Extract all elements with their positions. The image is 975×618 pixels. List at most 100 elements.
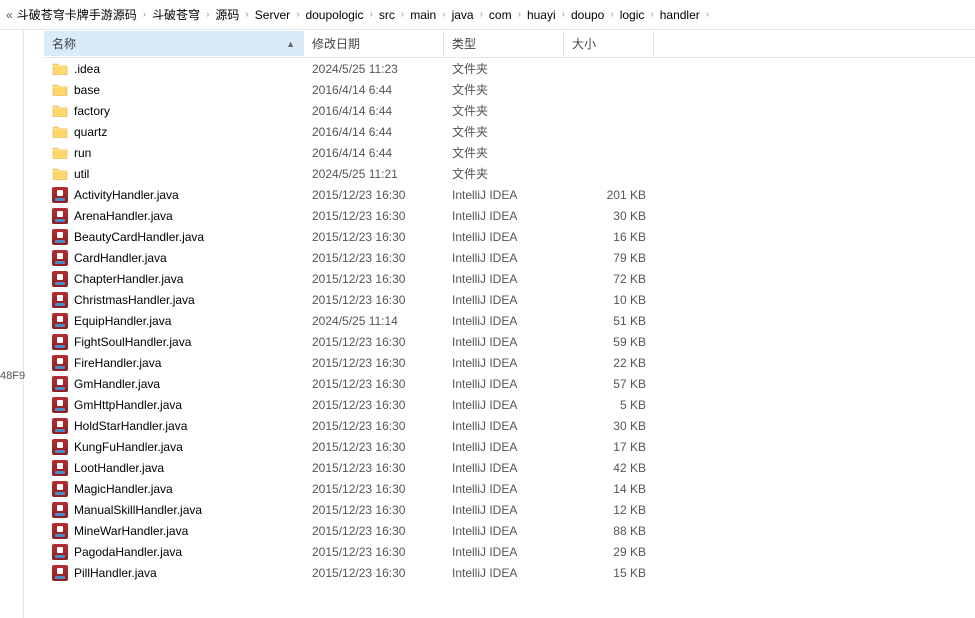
cell-date: 2024/5/25 11:23 xyxy=(304,62,444,76)
file-row[interactable]: GmHandler.java2015/12/23 16:30IntelliJ I… xyxy=(44,373,975,394)
cell-type: IntelliJ IDEA xyxy=(444,566,564,580)
file-name: run xyxy=(74,146,91,160)
cell-date: 2015/12/23 16:30 xyxy=(304,398,444,412)
java-file-icon xyxy=(52,376,68,392)
column-header-name[interactable]: 名称 ▲ xyxy=(44,31,304,56)
cell-date: 2015/12/23 16:30 xyxy=(304,461,444,475)
folder-row[interactable]: run2016/4/14 6:44文件夹 xyxy=(44,142,975,163)
java-file-icon xyxy=(52,523,68,539)
column-header-size-label: 大小 xyxy=(572,35,596,52)
breadcrumb-item[interactable]: java xyxy=(450,8,476,22)
file-row[interactable]: MagicHandler.java2015/12/23 16:30Intelli… xyxy=(44,478,975,499)
cell-name: base xyxy=(44,82,304,98)
folder-row[interactable]: .idea2024/5/25 11:23文件夹 xyxy=(44,58,975,79)
file-row[interactable]: GmHttpHandler.java2015/12/23 16:30Intell… xyxy=(44,394,975,415)
folder-icon xyxy=(52,103,68,119)
cell-size: 51 KB xyxy=(564,314,654,328)
cell-size: 10 KB xyxy=(564,293,654,307)
file-row[interactable]: FightSoulHandler.java2015/12/23 16:30Int… xyxy=(44,331,975,352)
cell-size: 30 KB xyxy=(564,419,654,433)
nav-fragment-text: 48F9 xyxy=(0,370,25,382)
file-name: LootHandler.java xyxy=(74,461,164,475)
breadcrumb-item[interactable]: src xyxy=(377,8,397,22)
file-name: FireHandler.java xyxy=(74,356,161,370)
file-name: quartz xyxy=(74,125,107,139)
folder-row[interactable]: base2016/4/14 6:44文件夹 xyxy=(44,79,975,100)
breadcrumb-item[interactable]: logic xyxy=(618,8,647,22)
breadcrumb[interactable]: « 斗破苍穹卡牌手游源码›斗破苍穹›源码›Server›doupologic›s… xyxy=(0,0,975,30)
chevron-right-icon: › xyxy=(241,9,252,20)
cell-name: GmHandler.java xyxy=(44,376,304,392)
breadcrumb-item[interactable]: main xyxy=(408,8,438,22)
file-row[interactable]: ArenaHandler.java2015/12/23 16:30Intelli… xyxy=(44,205,975,226)
java-file-icon xyxy=(52,439,68,455)
folder-row[interactable]: factory2016/4/14 6:44文件夹 xyxy=(44,100,975,121)
breadcrumb-item[interactable]: doupologic xyxy=(303,8,365,22)
cell-name: FireHandler.java xyxy=(44,355,304,371)
cell-type: 文件夹 xyxy=(444,81,564,98)
file-name: ActivityHandler.java xyxy=(74,188,179,202)
file-row[interactable]: MineWarHandler.java2015/12/23 16:30Intel… xyxy=(44,520,975,541)
folder-row[interactable]: quartz2016/4/14 6:44文件夹 xyxy=(44,121,975,142)
file-name: CardHandler.java xyxy=(74,251,167,265)
java-file-icon xyxy=(52,334,68,350)
folder-row[interactable]: util2024/5/25 11:21文件夹 xyxy=(44,163,975,184)
breadcrumb-item[interactable]: com xyxy=(487,8,514,22)
breadcrumb-item[interactable]: huayi xyxy=(525,8,558,22)
breadcrumb-item[interactable]: handler xyxy=(658,8,702,22)
file-name: .idea xyxy=(74,62,100,76)
file-row[interactable]: CardHandler.java2015/12/23 16:30IntelliJ… xyxy=(44,247,975,268)
file-row[interactable]: PillHandler.java2015/12/23 16:30IntelliJ… xyxy=(44,562,975,583)
cell-size: 29 KB xyxy=(564,545,654,559)
file-row[interactable]: PagodaHandler.java2015/12/23 16:30Intell… xyxy=(44,541,975,562)
cell-type: 文件夹 xyxy=(444,102,564,119)
file-row[interactable]: KungFuHandler.java2015/12/23 16:30Intell… xyxy=(44,436,975,457)
nav-pane[interactable] xyxy=(0,30,24,618)
file-name: ManualSkillHandler.java xyxy=(74,503,202,517)
cell-name: ChapterHandler.java xyxy=(44,271,304,287)
cell-name: .idea xyxy=(44,61,304,77)
cell-type: IntelliJ IDEA xyxy=(444,251,564,265)
breadcrumb-item[interactable]: 源码 xyxy=(213,6,241,23)
cell-date: 2015/12/23 16:30 xyxy=(304,566,444,580)
file-row[interactable]: ManualSkillHandler.java2015/12/23 16:30I… xyxy=(44,499,975,520)
file-row[interactable]: EquipHandler.java2024/5/25 11:14IntelliJ… xyxy=(44,310,975,331)
file-row[interactable]: LootHandler.java 2015/12/23 16:30IntelliJ… xyxy=(44,457,975,478)
breadcrumb-prefix[interactable]: « xyxy=(4,8,15,22)
file-name: GmHandler.java xyxy=(74,377,160,391)
cell-name: factory xyxy=(44,103,304,119)
cell-type: IntelliJ IDEA xyxy=(444,545,564,559)
breadcrumb-item[interactable]: 斗破苍穹卡牌手游源码 xyxy=(15,6,139,23)
breadcrumb-item[interactable]: 斗破苍穹 xyxy=(150,6,202,23)
java-file-icon xyxy=(52,229,68,245)
file-row[interactable]: ChapterHandler.java2015/12/23 16:30Intel… xyxy=(44,268,975,289)
content-area: 名称 ▲ 修改日期 类型 大小 .idea2024/5/25 11:23文件夹b… xyxy=(24,30,975,618)
column-header-date[interactable]: 修改日期 xyxy=(304,31,444,56)
cell-date: 2016/4/14 6:44 xyxy=(304,125,444,139)
column-header-type-label: 类型 xyxy=(452,35,476,52)
file-row[interactable]: ActivityHandler.java2015/12/23 16:30Inte… xyxy=(44,184,975,205)
cell-type: IntelliJ IDEA xyxy=(444,524,564,538)
cell-name: run xyxy=(44,145,304,161)
java-file-icon xyxy=(52,565,68,581)
chevron-right-icon: › xyxy=(438,9,449,20)
cell-type: IntelliJ IDEA xyxy=(444,461,564,475)
column-header-type[interactable]: 类型 xyxy=(444,31,564,56)
java-file-icon xyxy=(52,355,68,371)
breadcrumb-item[interactable]: doupo xyxy=(569,8,606,22)
cell-size: 12 KB xyxy=(564,503,654,517)
cell-date: 2015/12/23 16:30 xyxy=(304,440,444,454)
file-list[interactable]: .idea2024/5/25 11:23文件夹base2016/4/14 6:4… xyxy=(44,58,975,618)
file-name: BeautyCardHandler.java xyxy=(74,230,204,244)
file-row[interactable]: HoldStarHandler.java2015/12/23 16:30Inte… xyxy=(44,415,975,436)
cell-date: 2015/12/23 16:30 xyxy=(304,272,444,286)
column-header-size[interactable]: 大小 xyxy=(564,31,654,56)
file-row[interactable]: BeautyCardHandler.java2015/12/23 16:30In… xyxy=(44,226,975,247)
file-name: HoldStarHandler.java xyxy=(74,419,187,433)
file-row[interactable]: FireHandler.java2015/12/23 16:30IntelliJ… xyxy=(44,352,975,373)
cell-type: IntelliJ IDEA xyxy=(444,482,564,496)
cell-date: 2015/12/23 16:30 xyxy=(304,335,444,349)
file-row[interactable]: ChristmasHandler.java2015/12/23 16:30Int… xyxy=(44,289,975,310)
cell-date: 2016/4/14 6:44 xyxy=(304,146,444,160)
breadcrumb-item[interactable]: Server xyxy=(253,8,292,22)
